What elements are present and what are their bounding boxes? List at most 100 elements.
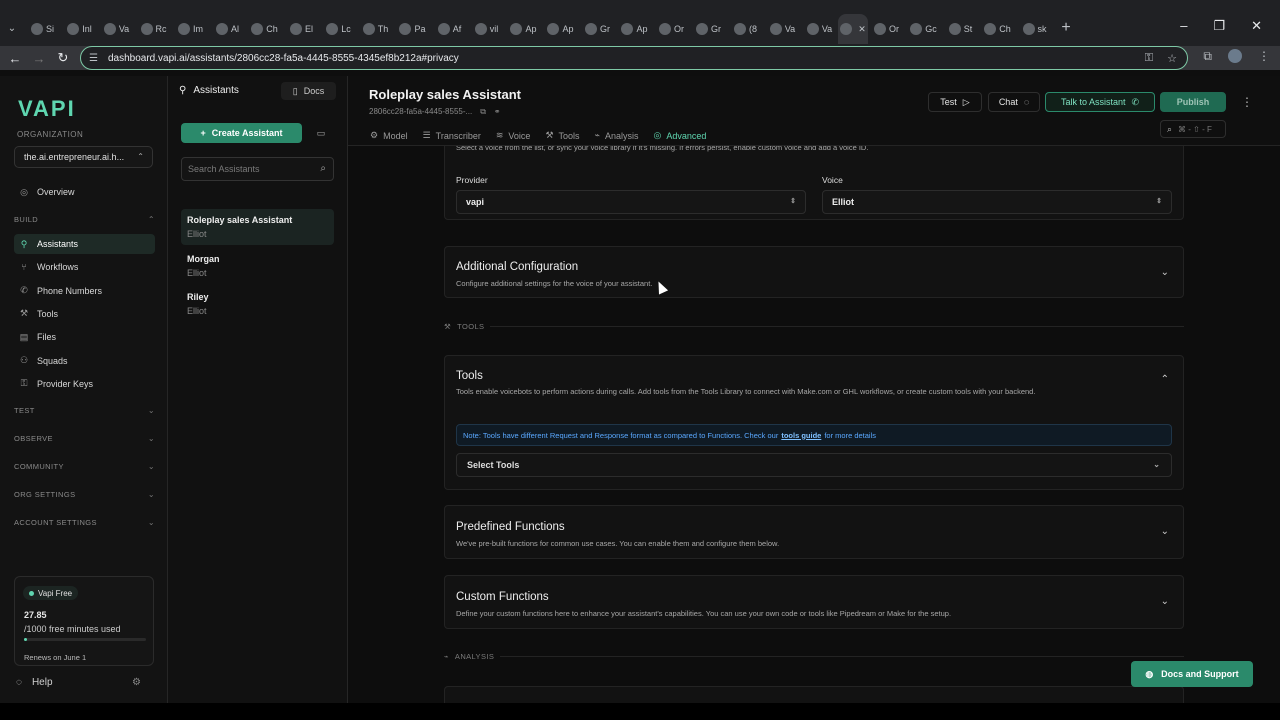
browser-tab[interactable]: Af [431,14,468,44]
forward-icon[interactable]: → [27,51,51,66]
browser-tab[interactable]: Va [764,14,801,44]
browser-tab[interactable]: St [942,14,979,44]
chat-button[interactable]: Chat ◌ [988,92,1040,112]
docs-and-support-button[interactable]: ◍ Docs and Support [1131,661,1253,687]
browser-tab[interactable]: Or [653,14,690,44]
assistant-list-item[interactable]: Morgan Elliot [181,248,334,284]
chevron-up-icon[interactable]: ⌃ [1161,374,1169,385]
tab-analysis[interactable]: ⌁ Analysis [595,130,639,141]
voice-select[interactable]: Elliot ⇕ [822,190,1172,214]
settings-gear-icon[interactable]: ⚙ [132,677,141,688]
section-test[interactable]: TEST ⌄ [14,406,155,415]
org-select[interactable]: the.ai.entrepreneur.ai.h... ⌃ [14,146,153,168]
browser-tab[interactable]: Th [357,14,394,44]
section-account-settings[interactable]: ACCOUNT SETTINGS ⌄ [14,518,155,527]
browser-tab[interactable]: Si [24,14,61,44]
browser-tab[interactable]: Inl [61,14,98,44]
predefined-functions-card[interactable]: Predefined Functions We've pre-built fun… [444,505,1184,559]
browser-tab[interactable]: Ch [246,14,283,44]
sidebar-item-tools[interactable]: ⚒ Tools [14,304,155,324]
password-key-icon[interactable]: ⚿ [1145,52,1153,65]
tab-voice[interactable]: ≋ Voice [496,130,531,141]
custom-functions-card[interactable]: Custom Functions Define your custom func… [444,575,1184,629]
help-link[interactable]: ◌ Help [16,677,53,688]
new-folder-button[interactable]: ▭ [308,123,334,143]
tab-advanced[interactable]: ◎ Advanced [653,130,706,141]
close-window-icon[interactable]: ✕ [1251,18,1262,34]
profile-avatar[interactable] [1228,49,1242,63]
site-info-icon[interactable]: ☰ [89,53,98,64]
browser-tab[interactable]: Va [801,14,838,44]
browser-tab[interactable]: Al [209,14,246,44]
browser-tab[interactable]: (8 [727,14,764,44]
maximize-icon[interactable]: ❐ [1213,18,1225,34]
section-build[interactable]: BUILD ⌃ [14,215,155,224]
tools-guide-link[interactable]: tools guide [781,431,821,440]
analysis-card[interactable] [444,686,1184,703]
provider-select[interactable]: vapi ⇕ [456,190,806,214]
browser-menu-icon[interactable]: ⋮ [1258,49,1270,64]
copy-icon[interactable]: ⧉ [480,107,486,117]
browser-tab[interactable]: Rc [135,14,172,44]
chevron-down-icon[interactable]: ⌄ [1161,267,1169,278]
more-options-icon[interactable]: ⋮ [1241,95,1253,109]
browser-tab[interactable]: Ch [979,14,1016,44]
additional-config-card[interactable]: Additional Configuration Configure addit… [444,246,1184,298]
browser-tab[interactable]: Im [172,14,209,44]
chevron-updown-icon: ⌃ [137,152,144,161]
browser-tab[interactable]: vil [468,14,505,44]
provider-value: vapi [466,197,485,207]
create-assistant-button[interactable]: + Create Assistant [181,123,302,143]
chevron-down-icon[interactable]: ⌄ [1161,526,1169,537]
docs-button[interactable]: ▯ Docs [281,82,336,100]
browser-tab[interactable]: Gr [579,14,616,44]
sidebar-item-squads[interactable]: ⚇ Squads [14,351,155,371]
tab-transcriber[interactable]: ☰ Transcriber [423,130,481,141]
browser-tab[interactable]: Or [868,14,905,44]
test-button[interactable]: Test ▷ [928,92,982,112]
browser-tab[interactable]: Ap [542,14,579,44]
tab-search-icon[interactable]: ⌄ [0,23,24,34]
browser-tab[interactable]: Gr [690,14,727,44]
sidebar-item-workflows[interactable]: ⑂ Workflows [14,257,155,277]
sidebar-item-files[interactable]: ▤ Files [14,327,155,347]
link-icon[interactable]: ⚭ [494,107,501,117]
assistant-list-item[interactable]: Roleplay sales Assistant Elliot [181,209,334,245]
browser-tab[interactable]: Va [98,14,135,44]
minimize-icon[interactable]: – [1180,18,1187,34]
section-community[interactable]: COMMUNITY ⌄ [14,462,155,471]
tab-tools[interactable]: ⚒ Tools [545,130,579,141]
sidebar-item-provider-keys[interactable]: ⚿ Provider Keys [14,374,155,394]
extensions-icon[interactable]: ⧉ [1203,49,1212,64]
close-tab-icon[interactable]: ✕ [858,24,866,35]
search-icon[interactable]: ⌕ [320,163,326,174]
sidebar-item-phone-numbers[interactable]: ✆ Phone Numbers [14,281,155,301]
favicon-icon [984,23,997,35]
browser-tab[interactable]: Pa [394,14,431,44]
vapi-logo[interactable]: VAPI [18,96,76,122]
new-tab-button[interactable]: + [1053,19,1079,37]
assistant-list-item[interactable]: Riley Elliot [181,286,334,322]
search-assistants-input[interactable] [188,164,313,174]
command-search-button[interactable]: ⌕ ⌘ - ⇧ - F [1160,120,1226,138]
chevron-down-icon[interactable]: ⌄ [1161,596,1169,607]
sidebar-item-overview[interactable]: ◎ Overview [14,182,155,202]
sidebar-item-assistants[interactable]: ⚲ Assistants [14,234,155,254]
publish-button[interactable]: Publish [1160,92,1226,112]
browser-tab[interactable]: ✕ [838,14,868,44]
browser-tab[interactable]: Ap [505,14,542,44]
browser-tab[interactable]: Gc [905,14,942,44]
select-tools-dropdown[interactable]: Select Tools ⌄ [456,453,1172,477]
bookmark-star-icon[interactable]: ☆ [1167,52,1177,65]
browser-tab[interactable]: sk [1016,14,1053,44]
browser-tab[interactable]: Lc [320,14,357,44]
section-observe[interactable]: OBSERVE ⌄ [14,434,155,443]
reload-icon[interactable]: ↻ [51,50,75,66]
back-icon[interactable]: ← [3,51,27,66]
address-bar[interactable]: ☰ dashboard.vapi.ai/assistants/2806cc28-… [80,46,1188,70]
section-org-settings[interactable]: ORG SETTINGS ⌄ [14,490,155,499]
talk-to-assistant-button[interactable]: Talk to Assistant ✆ [1045,92,1155,112]
browser-tab[interactable]: El [283,14,320,44]
tab-model[interactable]: ⚙ Model [370,130,408,141]
browser-tab[interactable]: Ap [616,14,653,44]
